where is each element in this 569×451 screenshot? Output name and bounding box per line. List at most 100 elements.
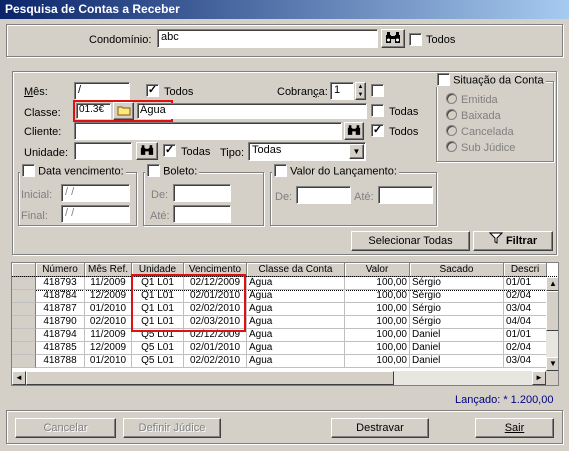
vencimento-final-input[interactable]: / / xyxy=(61,205,130,223)
grid-header-classe[interactable]: Classe da Conta xyxy=(247,263,345,277)
row-indicator[interactable] xyxy=(12,342,36,355)
cell-mes-ref: 02/2010 xyxy=(85,316,132,329)
situacao-title: Situação da Conta xyxy=(453,74,544,87)
row-indicator[interactable] xyxy=(12,303,36,316)
valor-de-label: De: xyxy=(275,191,293,203)
cobranca-todas-checkbox[interactable] xyxy=(371,84,384,97)
valor-header: Valor do Lançamento: xyxy=(272,164,399,178)
classe-code-input[interactable]: 01.3€ xyxy=(76,103,111,119)
cell-valor: 100,00 xyxy=(345,290,410,303)
cell-classe: Água xyxy=(247,290,345,303)
situacao-radio-cancelada[interactable] xyxy=(446,125,457,136)
vencimento-header: Data vencimento: xyxy=(20,164,126,178)
results-grid[interactable]: Número Mês Ref. Unidade Vencimento Class… xyxy=(11,262,559,386)
row-indicator[interactable] xyxy=(12,316,36,329)
destravar-button[interactable]: Destravar xyxy=(331,418,429,438)
condominio-input[interactable]: abc xyxy=(157,29,378,48)
grid-vertical-scrollbar[interactable]: ▲ ▼ xyxy=(546,277,558,371)
grid-header-valor[interactable]: Valor xyxy=(345,263,410,277)
grid-header-numero[interactable]: Número xyxy=(36,263,85,277)
cell-sacado: Daniel xyxy=(410,355,504,368)
window-title: Pesquisa de Contas a Receber xyxy=(0,0,569,19)
lancado-total: Lançado: * 1.200,00 xyxy=(455,394,554,406)
grid-header-descricao[interactable]: Descri xyxy=(504,263,547,277)
cell-unidade: Q5 L01 xyxy=(132,355,184,368)
cliente-label: Cliente: xyxy=(24,126,62,138)
cell-descricao: 01/01 xyxy=(504,277,547,290)
table-row[interactable]: 418793 11/2009 Q1 L01 02/12/2009 Água 100,00 S… xyxy=(12,276,558,291)
valor-checkbox[interactable] xyxy=(274,164,287,177)
condominio-todos-checkbox[interactable] xyxy=(409,33,422,46)
cell-mes-ref: 12/2009 xyxy=(85,290,132,303)
boleto-ate-input[interactable] xyxy=(173,205,231,223)
grid-header-mes-ref[interactable]: Mês Ref. xyxy=(85,263,132,277)
row-indicator[interactable] xyxy=(12,290,36,303)
scroll-up-button[interactable]: ▲ xyxy=(546,277,558,291)
cell-valor: 100,00 xyxy=(345,355,410,368)
tipo-dropdown-button[interactable]: ▼ xyxy=(349,144,364,159)
unidade-label: Unidade: xyxy=(24,147,69,159)
scroll-h-thumb[interactable] xyxy=(26,371,394,385)
situacao-checkbox[interactable] xyxy=(437,73,450,86)
scroll-right-button[interactable]: ► xyxy=(532,371,546,385)
table-row[interactable]: 418788 01/2010 Q5 L01 02/02/2010 Água 100,00 D… xyxy=(12,355,558,368)
valor-de-input[interactable] xyxy=(296,186,351,204)
mes-label: Mês: xyxy=(24,86,48,98)
row-indicator[interactable] xyxy=(12,355,36,368)
cell-sacado: Sérgio xyxy=(410,277,504,290)
cell-descricao: 03/04 xyxy=(504,355,547,368)
definir-judice-button[interactable]: Definir Júdice xyxy=(123,418,221,438)
vencimento-checkbox[interactable] xyxy=(22,164,35,177)
table-row[interactable]: 418785 12/2009 Q5 L01 02/01/2010 Água 100,00 D… xyxy=(12,342,558,355)
mes-todos-checkbox[interactable]: ✓ xyxy=(146,84,159,97)
cobranca-input[interactable]: 1 xyxy=(330,82,354,100)
situacao-label-cancelada: Cancelada xyxy=(461,126,514,138)
boleto-de-input[interactable] xyxy=(173,184,231,202)
situacao-radio-emitida[interactable] xyxy=(446,93,457,104)
classe-todas-checkbox[interactable] xyxy=(371,104,384,117)
cell-valor: 100,00 xyxy=(345,277,410,290)
condominio-search-button[interactable] xyxy=(381,29,405,48)
filtrar-button[interactable]: Filtrar xyxy=(473,231,553,251)
cobranca-spinner[interactable]: ▲ ▼ xyxy=(355,82,366,100)
cliente-search-button[interactable] xyxy=(344,122,364,140)
situacao-radio-subjudice[interactable] xyxy=(446,141,457,152)
table-row[interactable]: 418790 02/2010 Q1 L01 02/03/2010 Água 100,00 S… xyxy=(12,316,558,329)
mes-input[interactable]: / xyxy=(74,82,130,100)
classe-browse-button[interactable] xyxy=(113,102,134,120)
selecionar-todas-label: Selecionar Todas xyxy=(368,235,453,247)
unidade-todas-checkbox[interactable]: ✓ xyxy=(163,144,176,157)
cliente-input[interactable] xyxy=(74,122,342,140)
scroll-left-button[interactable]: ◄ xyxy=(12,371,26,385)
cell-mes-ref: 01/2010 xyxy=(85,303,132,316)
boleto-de-label: De: xyxy=(151,189,169,201)
row-indicator[interactable] xyxy=(12,329,36,342)
situacao-label-baixada: Baixada xyxy=(461,110,501,122)
table-row[interactable]: 418784 12/2009 Q1 L01 02/01/2010 Água 100,00 S… xyxy=(12,290,558,303)
cancelar-label: Cancelar xyxy=(43,422,88,434)
definir-judice-label: Definir Júdice xyxy=(138,422,206,434)
situacao-header: Situação da Conta xyxy=(435,73,546,87)
grid-header-sacado[interactable]: Sacado xyxy=(410,263,504,277)
table-row[interactable]: 418794 11/2009 Q5 L01 02/12/2009 Água 100,00 D… xyxy=(12,329,558,342)
situacao-radio-baixada[interactable] xyxy=(446,109,457,120)
cell-numero: 418787 xyxy=(36,303,85,316)
grid-header-indicator xyxy=(12,263,36,277)
cell-mes-ref: 01/2010 xyxy=(85,355,132,368)
cell-mes-ref: 11/2009 xyxy=(85,329,132,342)
grid-horizontal-scrollbar[interactable]: ◄ ► xyxy=(12,371,546,385)
row-indicator[interactable] xyxy=(12,277,36,290)
unidade-search-button[interactable] xyxy=(136,142,158,160)
boleto-checkbox[interactable] xyxy=(147,164,160,177)
vencimento-inicial-input[interactable]: / / xyxy=(61,184,130,202)
classe-name-input[interactable]: Água xyxy=(137,103,367,119)
scroll-thumb[interactable] xyxy=(546,291,558,331)
sair-button[interactable]: Sair xyxy=(475,418,554,438)
scroll-down-button[interactable]: ▼ xyxy=(546,357,558,371)
cliente-todos-checkbox[interactable]: ✓ xyxy=(371,124,384,137)
unidade-input[interactable] xyxy=(74,142,132,160)
cancelar-button[interactable]: Cancelar xyxy=(15,418,116,438)
table-row[interactable]: 418787 01/2010 Q1 L01 02/02/2010 Água 100,00 S… xyxy=(12,303,558,316)
valor-ate-input[interactable] xyxy=(378,186,433,204)
selecionar-todas-button[interactable]: Selecionar Todas xyxy=(351,231,470,251)
